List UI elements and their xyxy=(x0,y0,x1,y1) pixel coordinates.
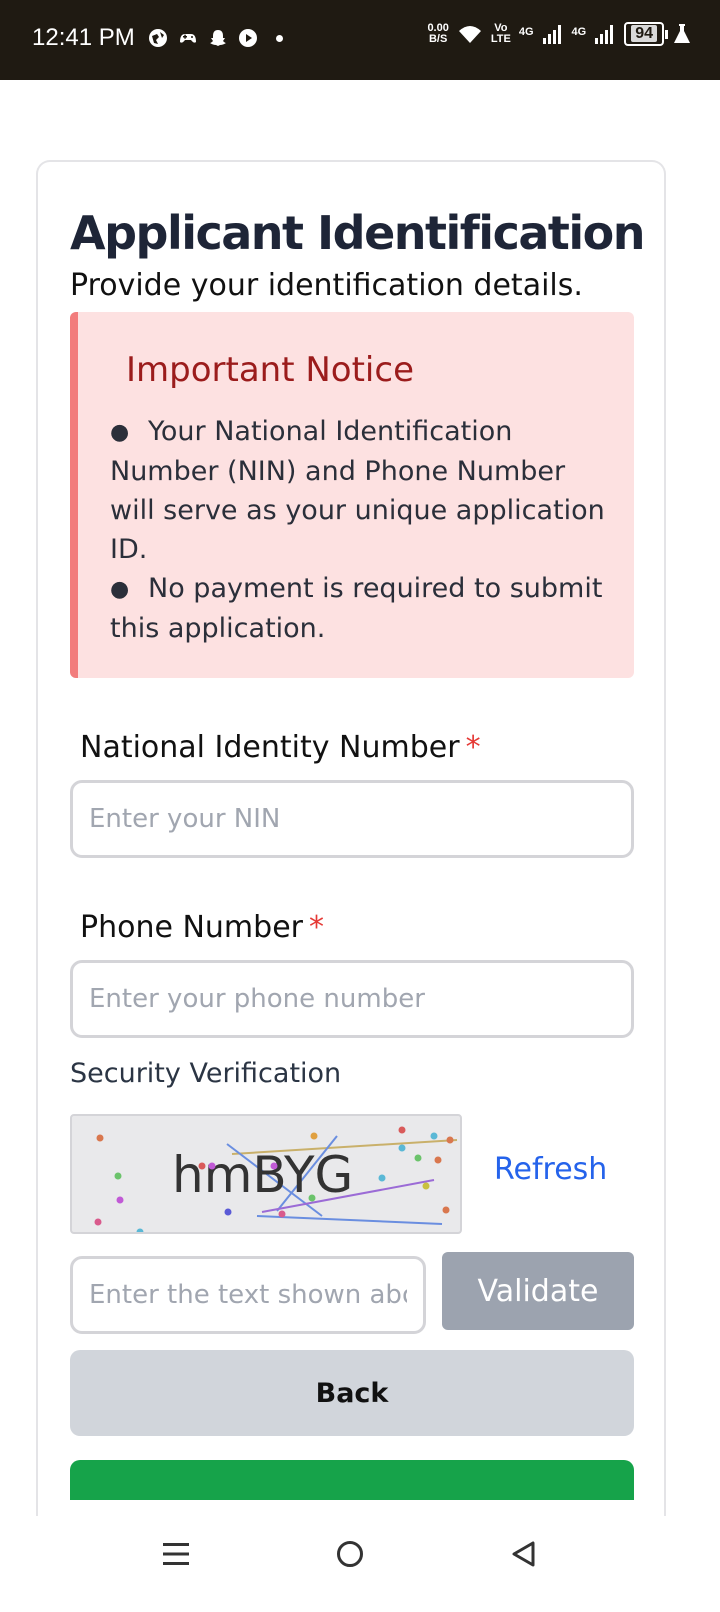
signal2-label: 4G xyxy=(571,26,587,38)
phone-input[interactable] xyxy=(70,960,634,1038)
status-time: 12:41 PM xyxy=(32,24,135,51)
flask-icon xyxy=(674,24,690,43)
phone-label-text: Phone Number xyxy=(80,910,303,945)
back-button[interactable]: Back xyxy=(70,1350,634,1436)
home-circle-icon[interactable] xyxy=(336,1540,364,1568)
status-bar: 12:41 PM 0.00 B/S Vo LTE 4G 4G 94 xyxy=(0,0,720,80)
back-triangle-icon[interactable] xyxy=(510,1540,538,1568)
notice-item-text: No payment is required to submit this ap… xyxy=(110,573,603,644)
captcha-text: hmBYG xyxy=(172,1146,353,1204)
required-marker: * xyxy=(465,730,481,765)
status-notification-icons xyxy=(148,28,283,48)
bullet-icon: ● xyxy=(110,420,130,445)
network-speed: 0.00 B/S xyxy=(427,23,448,45)
security-verification-label: Security Verification xyxy=(70,1058,342,1089)
bullet-icon: ● xyxy=(110,577,130,602)
net-speed-unit: B/S xyxy=(428,33,448,45)
refresh-captcha-button[interactable]: Refresh xyxy=(494,1152,607,1187)
signal-strength-icon xyxy=(595,25,614,44)
notice-item-text: Your National Identification Number (NIN… xyxy=(110,416,605,565)
required-marker: * xyxy=(308,910,324,945)
phone-label: Phone Number * xyxy=(80,910,324,945)
nin-label: National Identity Number * xyxy=(80,730,481,765)
system-navigation-bar xyxy=(0,1516,720,1612)
notice-item: ● Your National Identification Number (NI… xyxy=(110,412,610,569)
more-notifications-dot-icon xyxy=(276,34,283,42)
media-play-icon xyxy=(239,29,257,47)
captcha-input[interactable] xyxy=(70,1256,426,1334)
notice-title: Important Notice xyxy=(126,350,414,390)
menu-icon[interactable] xyxy=(162,1540,190,1568)
identification-card: Applicant Identification Provide your id… xyxy=(36,160,666,1560)
globe-icon xyxy=(149,29,167,47)
game-controller-icon xyxy=(180,34,196,43)
battery-level: 94 xyxy=(631,25,657,42)
wifi-icon xyxy=(458,26,481,43)
page-title: Applicant Identification xyxy=(70,206,646,260)
important-notice: Important Notice ● Your National Identifi… xyxy=(70,312,634,678)
captcha-image: hmBYG xyxy=(70,1114,462,1234)
page-subtitle: Provide your identification details. xyxy=(70,268,583,303)
signal1-label: 4G xyxy=(518,26,534,38)
battery-icon: 94 xyxy=(624,22,668,46)
volte-indicator: Vo LTE xyxy=(491,23,511,45)
nin-label-text: National Identity Number xyxy=(80,730,460,765)
signal-strength-icon xyxy=(542,25,561,44)
volte-bottom: LTE xyxy=(490,33,511,45)
snapchat-icon xyxy=(210,30,226,46)
notice-list: ● Your National Identification Number (NI… xyxy=(110,412,610,648)
status-system-icons: 0.00 B/S Vo LTE 4G 4G 94 xyxy=(427,22,692,46)
validate-button[interactable]: Validate xyxy=(442,1252,634,1330)
nin-input[interactable] xyxy=(70,780,634,858)
notice-item: ● No payment is required to submit this a… xyxy=(110,569,610,648)
submit-button[interactable] xyxy=(70,1460,634,1500)
